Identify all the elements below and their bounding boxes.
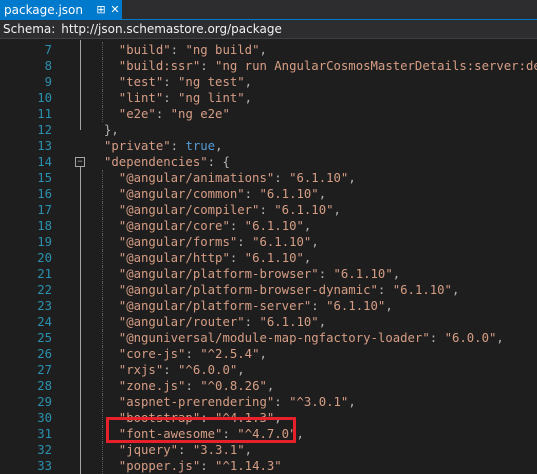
indent-guide — [102, 378, 103, 394]
line-number: 16 — [37, 187, 52, 201]
indent-guide — [102, 298, 103, 314]
indent-guide — [102, 58, 103, 74]
line-number: 21 — [37, 267, 52, 281]
schema-bar: Schema: http://json.schemastore.org/pack… — [0, 20, 537, 39]
code-text: "@angular/common": "6.1.10", — [118, 187, 327, 201]
line-number: 23 — [37, 299, 52, 313]
indent-guide — [102, 346, 103, 362]
indent-guide — [102, 106, 103, 122]
fold-region-line — [80, 40, 81, 130]
code-text: "core-js": "^2.5.4", — [118, 347, 267, 361]
line-number: 14 — [37, 155, 52, 169]
line-number: 27 — [37, 363, 52, 377]
code-text: "jquery": "3.3.1", — [118, 443, 253, 457]
code-editor[interactable]: 7 "build": "ng build", 8 "build:ssr": "ng r… — [0, 40, 537, 474]
indent-guide — [102, 362, 103, 378]
indent-guide — [102, 202, 103, 218]
line-number: 31 — [37, 427, 52, 441]
line-number: 11 — [37, 107, 52, 121]
indent-guide — [102, 250, 103, 266]
code-text: }, — [104, 123, 119, 137]
line-number: 15 — [37, 171, 52, 185]
indent-guide — [102, 314, 103, 330]
code-text: "aspnet-prerendering": "^3.0.1", — [118, 395, 356, 409]
code-text: "@angular/router": "6.1.10", — [118, 315, 327, 329]
line-number: 12 — [37, 123, 52, 137]
code-text: "@angular/animations": "6.1.10", — [118, 171, 356, 185]
code-text: "e2e": "ng e2e" — [118, 107, 230, 121]
line-number: 10 — [37, 91, 52, 105]
code-text: "test": "ng test", — [118, 75, 253, 89]
code-text: "@angular/http": "6.1.10", — [118, 251, 312, 265]
indent-guide — [102, 442, 103, 458]
code-line: 13 "private": true, — [0, 138, 537, 154]
code-text: "rxjs": "^6.0.0", — [118, 363, 245, 377]
line-number: 13 — [37, 139, 52, 153]
line-number: 28 — [37, 379, 52, 393]
code-text: "private": true, — [104, 139, 223, 153]
line-number: 8 — [44, 59, 52, 73]
indent-guide — [102, 170, 103, 186]
line-number: 9 — [44, 75, 52, 89]
tab-bar: package.json ⊞ ✕ — [0, 0, 537, 20]
schema-url[interactable]: http://json.schemastore.org/package — [61, 22, 282, 36]
indent-guide — [102, 458, 103, 474]
close-icon[interactable]: ✕ — [108, 0, 122, 19]
line-number: 25 — [37, 331, 52, 345]
indent-guide — [102, 186, 103, 202]
code-text: "@nguniversal/module-map-ngfactory-loade… — [118, 331, 504, 345]
indent-guide — [102, 282, 103, 298]
code-text: "@angular/platform-browser": "6.1.10", — [118, 267, 401, 281]
fold-region-line — [80, 167, 81, 474]
code-text: "zone.js": "^0.8.26", — [118, 379, 275, 393]
code-text: "@angular/core": "6.1.10", — [118, 219, 312, 233]
line-number: 7 — [44, 43, 52, 57]
line-number: 19 — [37, 235, 52, 249]
line-number: 22 — [37, 283, 52, 297]
code-text: "popper.js": "^1.14.3" — [118, 459, 282, 473]
schema-label: Schema: — [3, 22, 56, 36]
code-text: "lint": "ng lint", — [118, 91, 253, 105]
line-number: 18 — [37, 219, 52, 233]
indent-guide — [102, 410, 103, 426]
code-text: "dependencies": { — [104, 155, 230, 169]
pin-icon[interactable]: ⊞ — [94, 0, 108, 19]
indent-guide — [102, 74, 103, 90]
line-number: 32 — [37, 443, 52, 457]
line-number: 30 — [37, 411, 52, 425]
indent-guide — [102, 330, 103, 346]
line-number: 33 — [37, 459, 52, 473]
indent-guide — [102, 90, 103, 106]
code-text: "@angular/platform-browser-dynamic": "6.… — [118, 283, 460, 297]
tab-title: package.json — [4, 2, 84, 17]
code-text: "build": "ng build", — [118, 43, 267, 57]
fold-collapse-icon[interactable]: − — [75, 157, 85, 167]
line-number: 24 — [37, 315, 52, 329]
code-text: "build:ssr": "ng run AngularCosmosMaster… — [118, 59, 537, 73]
indent-guide — [102, 394, 103, 410]
tab-package-json[interactable]: package.json ⊞ ✕ — [0, 0, 122, 19]
indent-guide — [102, 42, 103, 58]
indent-guide — [102, 234, 103, 250]
line-number: 29 — [37, 395, 52, 409]
code-text: "@angular/forms": "6.1.10", — [118, 235, 319, 249]
highlight-box — [106, 417, 296, 443]
line-number: 26 — [37, 347, 52, 361]
indent-guide — [102, 266, 103, 282]
line-number: 20 — [37, 251, 52, 265]
code-text: "@angular/compiler": "6.1.10", — [118, 203, 341, 217]
code-text: "@angular/platform-server": "6.1.10", — [118, 299, 393, 313]
indent-guide — [102, 218, 103, 234]
line-number: 17 — [37, 203, 52, 217]
indent-guide — [102, 426, 103, 442]
